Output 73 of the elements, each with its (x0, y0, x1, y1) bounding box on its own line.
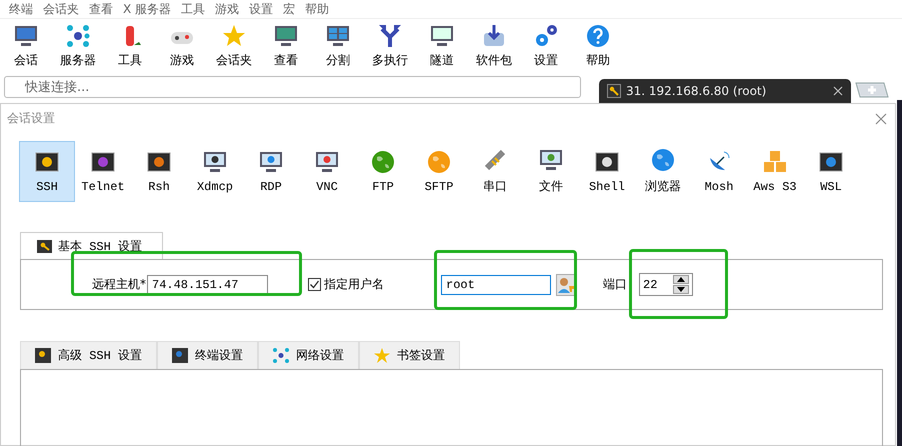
session-type-button[interactable]: 文件 (523, 141, 579, 202)
menu-item[interactable]: 宏 (278, 0, 300, 18)
menu-item[interactable]: 工具 (176, 0, 210, 18)
session-type-button[interactable]: WSL (803, 141, 859, 202)
session-type-button[interactable]: SSH (19, 141, 75, 202)
session-type-button[interactable]: SFTP (411, 141, 467, 202)
session-type-button[interactable]: Aws S3 (747, 141, 803, 202)
toolbar-button[interactable]: 设置 (520, 21, 572, 73)
menu-item[interactable]: 设置 (244, 0, 278, 18)
session-type-button[interactable]: Shell (579, 141, 635, 202)
tab-title: 31. 192.168.6.80 (root) (626, 84, 768, 98)
menu-item[interactable]: 终端 (4, 0, 38, 18)
toolbar-button[interactable]: 查看 (260, 21, 312, 73)
session-tab[interactable]: 31. 192.168.6.80 (root) (599, 79, 851, 103)
session-type-button[interactable]: Rsh (131, 141, 187, 202)
toolbar-button[interactable]: 隧道 (416, 21, 468, 73)
toolbar-button[interactable]: 游戏 (156, 21, 208, 73)
username-field[interactable]: root (441, 274, 551, 294)
menu-item[interactable]: 游戏 (210, 0, 244, 18)
toolbar-button[interactable]: 多执行 (364, 21, 416, 73)
close-icon[interactable] (875, 112, 887, 124)
remote-host-field[interactable]: 74.48.151.47 (147, 274, 268, 294)
download-icon (481, 23, 507, 49)
field-label: 端口 (603, 276, 627, 293)
monitor-icon (429, 23, 455, 49)
monitor-icon (203, 150, 227, 174)
globe-icon (371, 150, 395, 174)
settings-tab[interactable]: 书签设置 (359, 341, 460, 369)
menu-item[interactable]: X 服务器 (118, 0, 176, 18)
menu-item[interactable]: 查看 (84, 0, 118, 18)
monitor-icon (13, 23, 39, 49)
globe-icon (427, 150, 451, 174)
toolbar-button[interactable]: 服务器 (52, 21, 104, 73)
toolbar-button[interactable]: 会话 (0, 21, 52, 73)
menu-item[interactable]: 会话夹 (38, 0, 84, 18)
split-window-icon (325, 23, 351, 49)
session-type-button[interactable]: 浏览器 (635, 141, 691, 202)
settings-tab[interactable]: 网络设置 (258, 341, 360, 369)
username-checkbox[interactable]: 指定用户名 (308, 276, 384, 293)
fork-arrow-icon (377, 23, 403, 49)
field-label: 远程主机* (92, 276, 146, 293)
settings-tab[interactable]: 终端设置 (157, 341, 258, 369)
toolbar-button[interactable]: 会话夹 (208, 21, 260, 73)
monitor-icon (315, 150, 339, 174)
monitor-icon (259, 150, 283, 174)
close-icon[interactable] (833, 86, 843, 96)
settings-tab[interactable]: 高级 SSH 设置 (20, 341, 158, 369)
cubes-icon (763, 150, 787, 174)
menu-item[interactable]: 帮助 (300, 0, 334, 18)
session-type-button[interactable]: Telnet (75, 141, 131, 202)
session-type-button[interactable]: FTP (355, 141, 411, 202)
toolbar-button[interactable]: 分割 (312, 21, 364, 73)
session-type-button[interactable]: RDP (243, 141, 299, 202)
monitor-icon (273, 23, 299, 49)
globe-icon (651, 148, 675, 172)
toolbar-button[interactable]: 工具 (104, 21, 156, 73)
dialog-title: 会话设置 (7, 110, 55, 127)
star-icon (374, 348, 390, 363)
session-type-button[interactable]: Xdmcp (187, 141, 243, 202)
network-icon (273, 348, 290, 363)
plug-icon (483, 148, 507, 172)
user-key-button[interactable] (556, 274, 576, 296)
quick-connect-field[interactable]: 快速连接... (4, 76, 581, 98)
toolbar-button[interactable]: 帮助 (572, 21, 624, 73)
session-type-button[interactable]: Mosh (691, 141, 747, 202)
session-type-button[interactable]: 串口 (467, 141, 523, 202)
help-icon (585, 23, 611, 49)
toolbar-button[interactable]: 软件包 (468, 21, 520, 73)
network-icon (65, 23, 91, 49)
session-type-button[interactable]: VNC (299, 141, 355, 202)
star-icon (221, 23, 247, 49)
monitor-icon (539, 148, 563, 172)
port-spinner[interactable]: 22 (639, 273, 693, 296)
